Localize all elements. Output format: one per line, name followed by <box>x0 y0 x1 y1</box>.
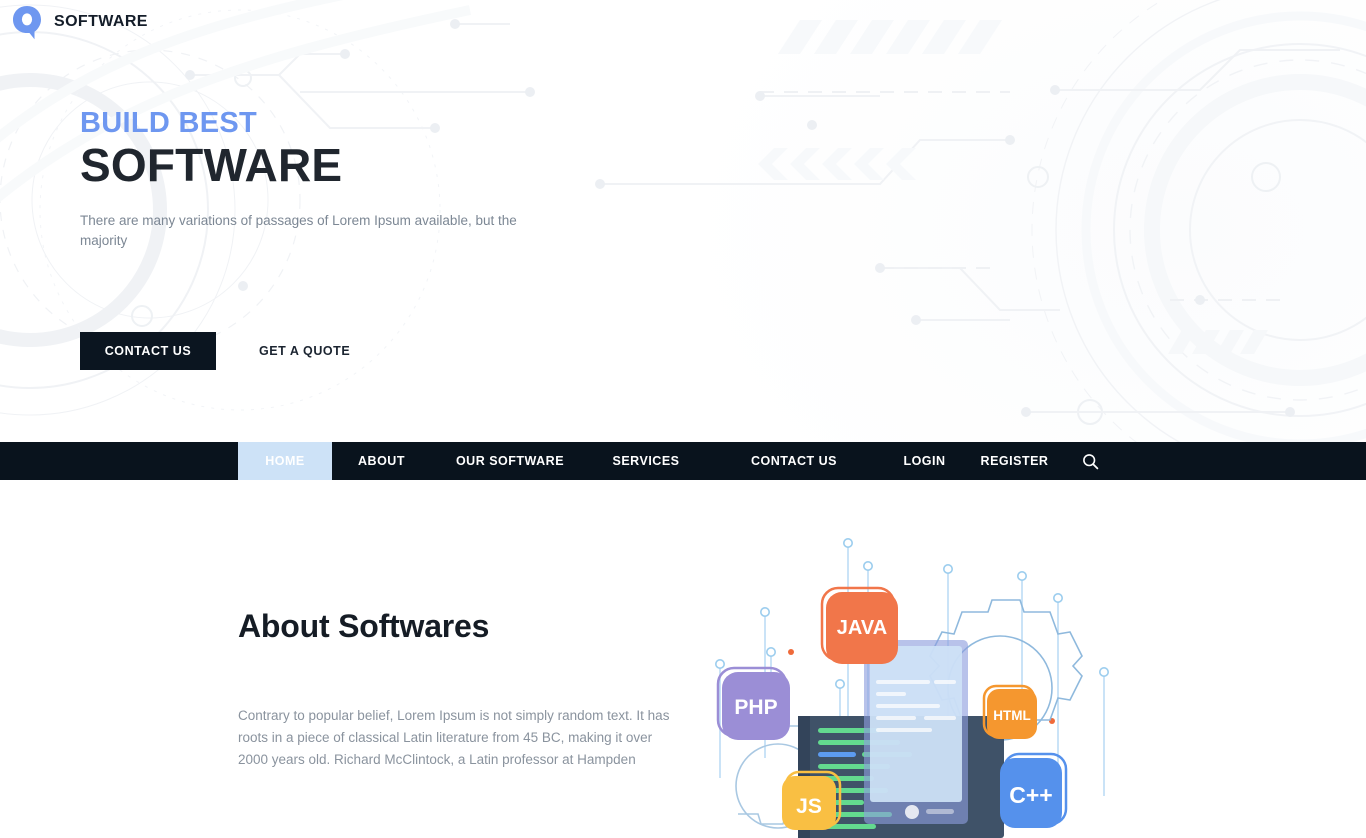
main-navigation: HOME ABOUT OUR SOFTWARE SERVICES CONTACT… <box>0 442 1366 480</box>
nav-item-our-software[interactable]: OUR SOFTWARE <box>431 442 589 480</box>
badge-cpp: C++ <box>1000 752 1068 828</box>
search-icon <box>1082 453 1098 469</box>
svg-text:PHP: PHP <box>734 696 777 719</box>
nav-item-register[interactable]: REGISTER <box>964 442 1065 480</box>
about-section: About Softwares Contrary to popular beli… <box>0 480 1366 838</box>
nav-item-about[interactable]: ABOUT <box>332 442 431 480</box>
nav-item-contact-us[interactable]: CONTACT US <box>703 442 885 480</box>
hero-copy: BUILD BEST SOFTWARE There are many varia… <box>80 108 600 251</box>
badge-html: HTML <box>982 684 1037 739</box>
hero-title: SOFTWARE <box>80 138 343 191</box>
q-logo-icon <box>13 6 41 40</box>
page-root: SOFTWARE BUILD BEST SOFTWARE There are m… <box>0 0 1366 838</box>
svg-text:C++: C++ <box>1009 782 1052 808</box>
badge-js: JS <box>782 770 842 830</box>
badge-php: PHP <box>716 666 790 740</box>
get-a-quote-button[interactable]: GET A QUOTE <box>257 334 352 368</box>
hero-section: SOFTWARE BUILD BEST SOFTWARE There are m… <box>0 0 1366 442</box>
about-text-block: About Softwares Contrary to popular beli… <box>238 608 678 771</box>
brand-logo[interactable]: SOFTWARE <box>10 4 148 40</box>
hero-eyebrow: BUILD BEST <box>80 107 257 139</box>
nav-item-home[interactable]: HOME <box>238 442 332 480</box>
contact-us-button[interactable]: CONTACT US <box>80 332 216 370</box>
programming-languages-illustration: JAVA PHP HTML JS C++ <box>700 528 1140 838</box>
svg-text:JAVA: JAVA <box>837 617 887 639</box>
hero-actions: CONTACT US GET A QUOTE <box>80 332 352 370</box>
hero-subtitle: There are many variations of passages of… <box>80 213 517 248</box>
search-button[interactable] <box>1065 442 1115 480</box>
about-title: About Softwares <box>238 608 490 644</box>
badge-java: JAVA <box>820 586 898 664</box>
svg-text:HTML: HTML <box>993 708 1031 723</box>
brand-name: SOFTWARE <box>54 13 148 30</box>
about-body: Contrary to popular belief, Lorem Ipsum … <box>238 708 670 767</box>
svg-text:JS: JS <box>796 795 822 818</box>
nav-item-login[interactable]: LOGIN <box>885 442 964 480</box>
nav-item-services[interactable]: SERVICES <box>589 442 703 480</box>
